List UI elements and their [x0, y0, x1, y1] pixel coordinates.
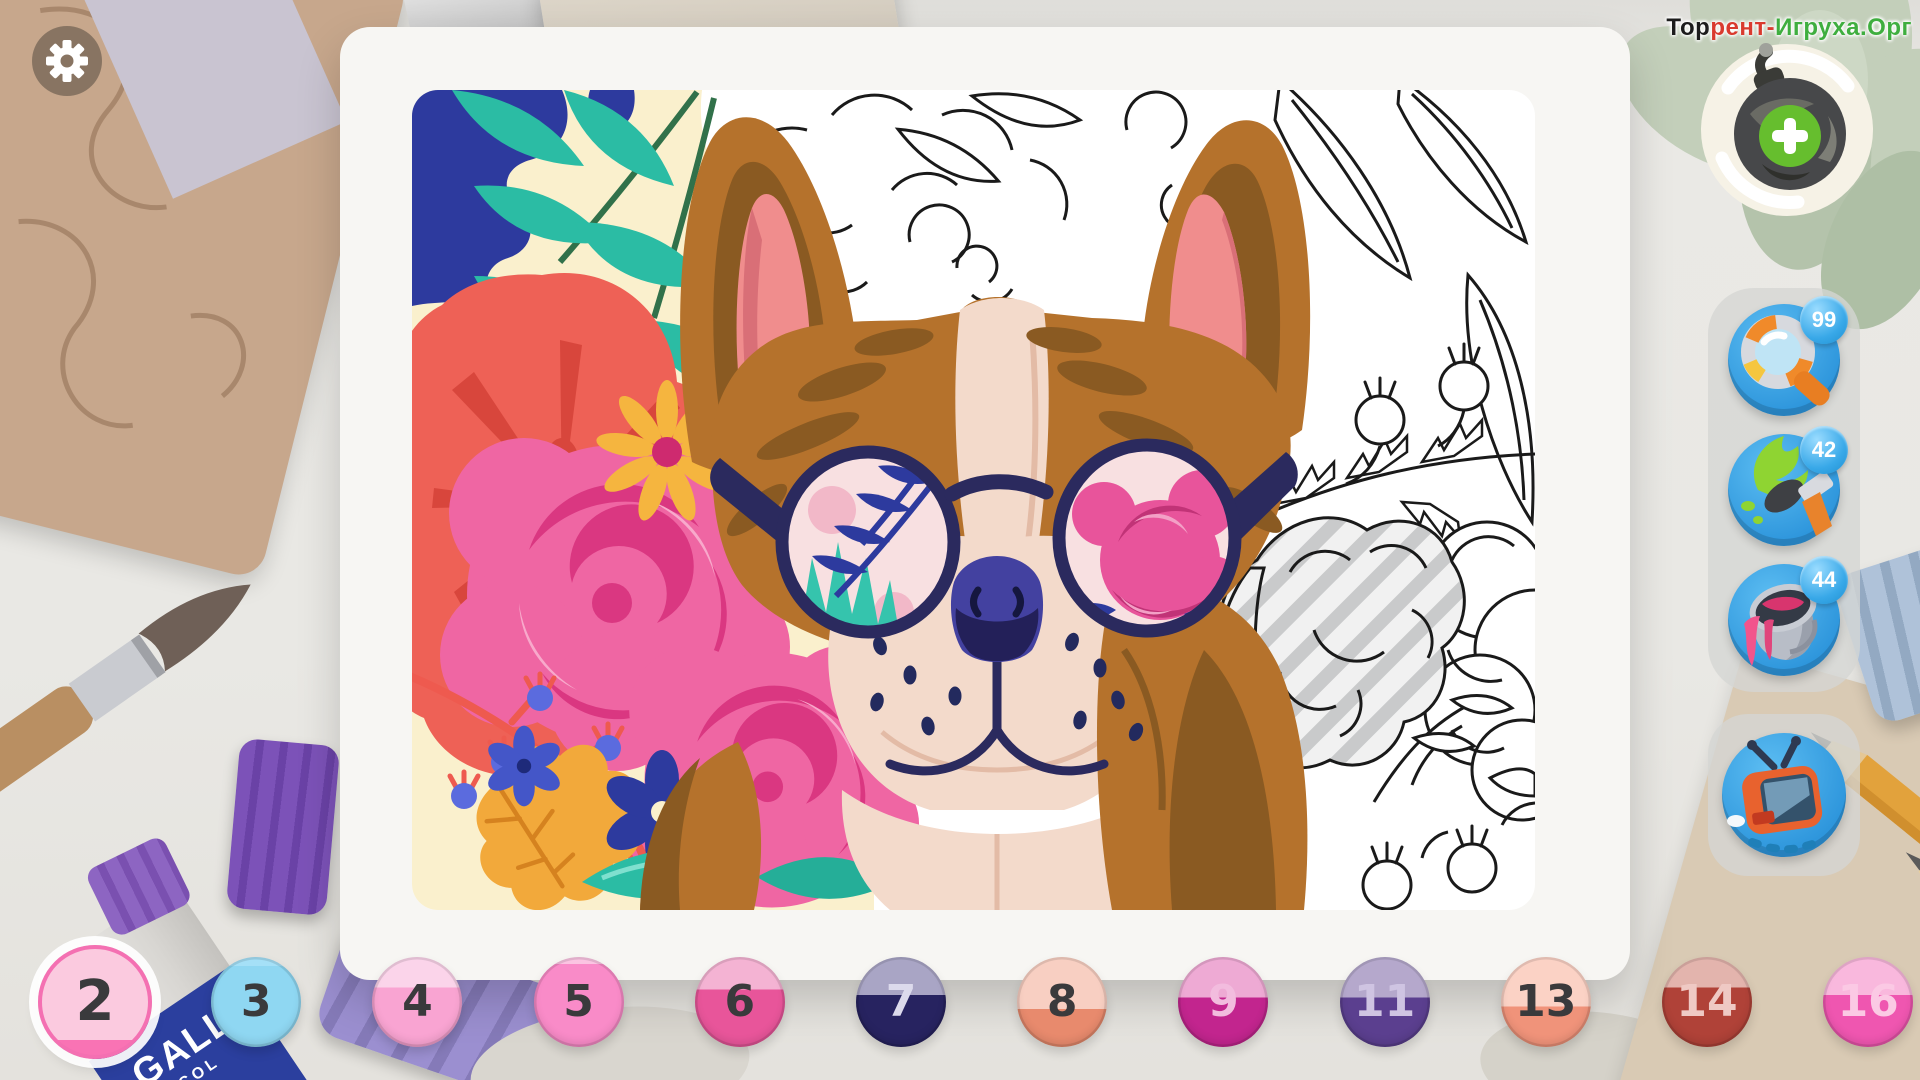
brush-booster-button[interactable]: 42 — [1728, 434, 1840, 546]
palette-number-7: 7 — [886, 980, 917, 1024]
purple-marker-cap — [226, 738, 340, 916]
palette-color-5[interactable]: 5 — [534, 957, 624, 1047]
palette-number-4: 4 — [402, 980, 433, 1024]
bomb-plus-icon — [1698, 38, 1876, 216]
palette-color-6[interactable]: 6 — [695, 957, 785, 1047]
watermark-part-2: рент- — [1710, 14, 1775, 41]
watermark-part-1: Тор — [1666, 14, 1710, 41]
bucket-count-badge: 44 — [1800, 556, 1848, 604]
game-screen: GALL COL — [0, 0, 1920, 1080]
palette-number-16: 16 — [1838, 980, 1899, 1024]
palette-number-3: 3 — [241, 980, 272, 1024]
painting-french-bulldog[interactable] — [412, 90, 1535, 910]
palette-number-6: 6 — [724, 980, 755, 1024]
dog-nose — [951, 556, 1043, 662]
brush-count-badge: 42 — [1800, 426, 1848, 474]
settings-button[interactable] — [32, 26, 102, 96]
tv-ad-panel — [1708, 714, 1860, 876]
magnifier-booster-button[interactable]: 99 — [1728, 304, 1840, 416]
magnifier-count-badge: 99 — [1800, 296, 1848, 344]
tv-icon — [1722, 733, 1846, 857]
palette-color-9[interactable]: 9 — [1178, 957, 1268, 1047]
gear-icon — [44, 38, 90, 84]
palette-color-8[interactable]: 8 — [1017, 957, 1107, 1047]
palette-color-7[interactable]: 7 — [856, 957, 946, 1047]
palette-color-3[interactable]: 3 — [211, 957, 301, 1047]
add-bomb-button[interactable] — [1698, 38, 1876, 216]
palette-color-4[interactable]: 4 — [372, 957, 462, 1047]
palette-number-8: 8 — [1047, 980, 1078, 1024]
palette-number-11: 11 — [1354, 980, 1415, 1024]
palette-color-16[interactable]: 16 — [1823, 957, 1913, 1047]
palette-color-11[interactable]: 11 — [1340, 957, 1430, 1047]
palette-color-2[interactable]: 2 — [38, 945, 152, 1059]
palette-number-9: 9 — [1208, 980, 1239, 1024]
booster-panel: 99 42 44 — [1708, 288, 1860, 692]
palette-color-14[interactable]: 14 — [1662, 957, 1752, 1047]
palette-number-13: 13 — [1515, 980, 1576, 1024]
canvas-card — [340, 27, 1630, 980]
bucket-booster-button[interactable]: 44 — [1728, 564, 1840, 676]
palette-number-2: 2 — [76, 974, 115, 1030]
palette-color-13[interactable]: 13 — [1501, 957, 1591, 1047]
watermark-part-3: Игруха.Орг — [1775, 14, 1912, 41]
palette-number-14: 14 — [1676, 980, 1737, 1024]
palette-number-5: 5 — [563, 980, 594, 1024]
tv-ad-button[interactable] — [1722, 733, 1846, 857]
